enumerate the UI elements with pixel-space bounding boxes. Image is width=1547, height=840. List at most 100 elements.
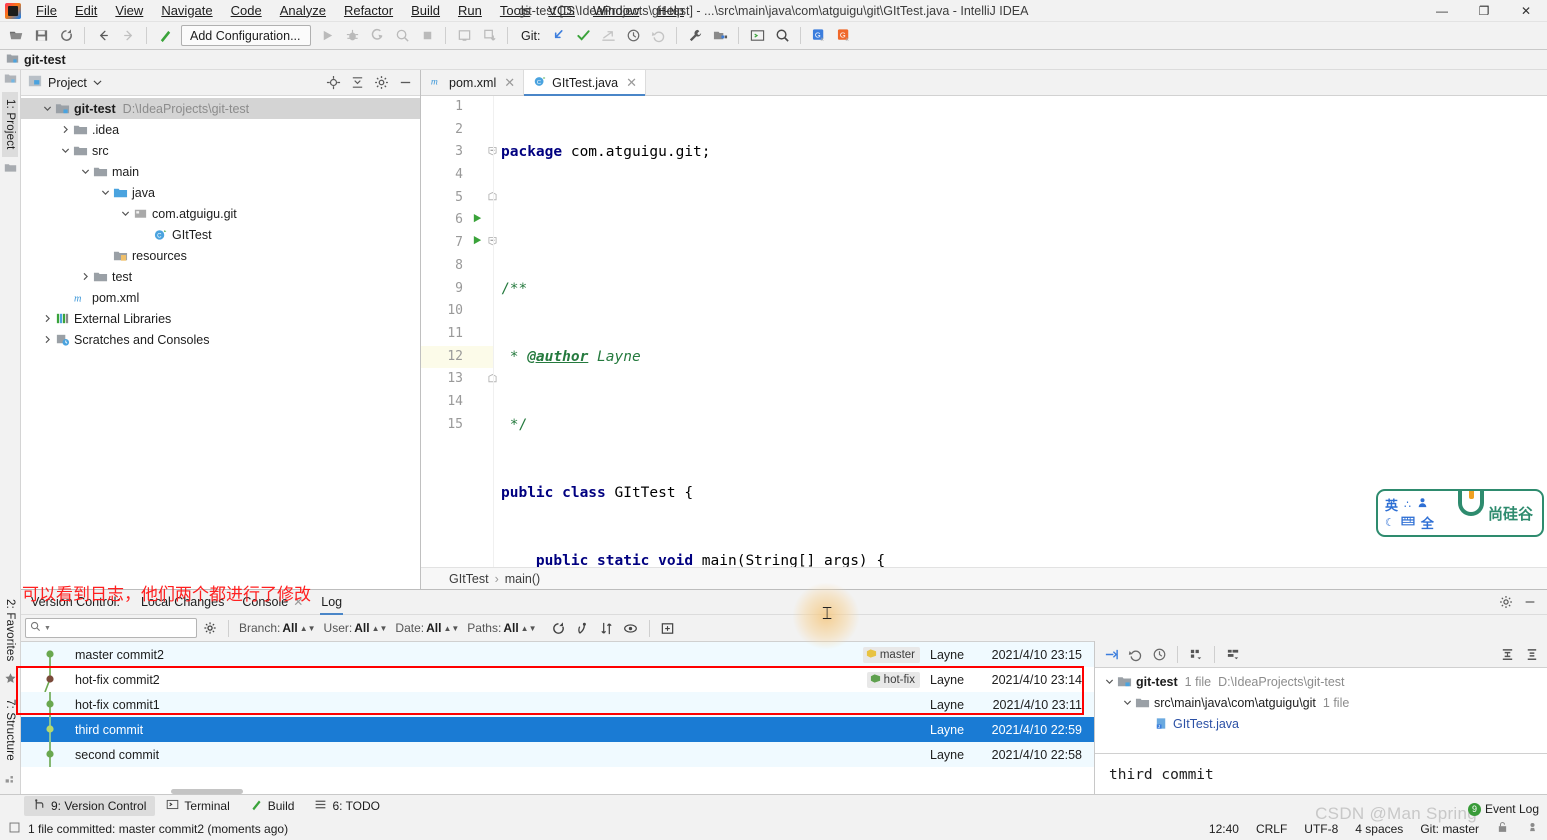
debug-icon[interactable] <box>340 25 364 47</box>
event-log-widget[interactable]: 9 Event Log <box>1467 802 1539 816</box>
tree-item-java[interactable]: java <box>21 182 420 203</box>
rail-tab-favorites[interactable]: 2: Favorites <box>2 592 18 668</box>
commit-row-partial[interactable] <box>21 767 1094 775</box>
bottom-tab-terminal[interactable]: Terminal <box>157 796 238 816</box>
chevron-right-icon[interactable] <box>41 333 54 346</box>
project-structure-icon[interactable] <box>708 25 732 47</box>
breadcrumb-class[interactable]: GItTest <box>449 572 489 586</box>
go-to-hash-icon[interactable] <box>572 618 594 638</box>
tree-item-main[interactable]: main <box>21 161 420 182</box>
caret-position[interactable]: 12:40 <box>1209 822 1239 836</box>
filter-settings-icon[interactable] <box>199 618 221 638</box>
chevron-right-icon[interactable] <box>79 270 92 283</box>
filter-branch[interactable]: Branch: All ▲▼ <box>236 621 319 635</box>
update-module-icon[interactable] <box>477 25 501 47</box>
ime-user-icon[interactable] <box>1417 497 1428 511</box>
tree-item-package[interactable]: com.atguigu.git <box>21 203 420 224</box>
menu-code[interactable]: Code <box>222 0 271 22</box>
tree-item-pom-xml[interactable]: m pom.xml <box>21 287 420 308</box>
unlock-icon[interactable] <box>1496 820 1509 837</box>
commit-row[interactable]: hot-fix commit2 hot-fix Layne 2021/4/10 … <box>21 667 1094 693</box>
commit-list[interactable]: master commit2 master Layne 2021/4/10 23… <box>21 641 1094 794</box>
search-everywhere-icon[interactable] <box>770 25 794 47</box>
open-folder-icon[interactable] <box>4 25 28 47</box>
menu-edit[interactable]: Edit <box>66 0 106 22</box>
menu-window[interactable]: Window <box>584 0 648 22</box>
sort-icon[interactable] <box>596 618 618 638</box>
horizontal-scrollbar[interactable] <box>171 789 243 794</box>
show-diff-icon[interactable] <box>1222 644 1244 664</box>
stop-icon[interactable] <box>415 25 439 47</box>
undo-icon[interactable] <box>1124 644 1146 664</box>
run-gutter-icon[interactable] <box>472 232 483 255</box>
minimize-button[interactable]: — <box>1421 0 1463 22</box>
tree-item-gittest-class[interactable]: C GItTest <box>21 224 420 245</box>
build-icon[interactable] <box>153 25 177 47</box>
bottom-tab-todo[interactable]: 6: TODO <box>305 796 389 816</box>
terminal-icon[interactable] <box>745 25 769 47</box>
translate-replace-icon[interactable]: Gx <box>832 25 856 47</box>
git-rollback-icon[interactable] <box>646 25 670 47</box>
tree-item-scratches[interactable]: Scratches and Consoles <box>21 329 420 350</box>
changed-files-tree[interactable]: git-test 1 file D:\IdeaProjects\git-test… <box>1095 667 1547 753</box>
translate-icon[interactable]: Gx <box>807 25 831 47</box>
locate-icon[interactable] <box>322 73 344 93</box>
filter-paths[interactable]: Paths: All ▲▼ <box>464 621 539 635</box>
ime-punctuation-icon[interactable]: ∴ <box>1404 498 1411 511</box>
inspector-icon[interactable] <box>1526 820 1539 837</box>
log-search-input[interactable]: ▼ <box>25 618 197 638</box>
filter-user[interactable]: User: All ▲▼ <box>321 621 391 635</box>
file-encoding[interactable]: UTF-8 <box>1304 822 1338 836</box>
back-icon[interactable] <box>91 25 115 47</box>
chevron-right-icon[interactable] <box>41 312 54 325</box>
filter-date[interactable]: Date: All ▲▼ <box>392 621 462 635</box>
git-commit-icon[interactable] <box>571 25 595 47</box>
tree-item-resources[interactable]: resources <box>21 245 420 266</box>
history-icon[interactable] <box>1148 644 1170 664</box>
vcs-tab-log[interactable]: Log <box>312 590 351 615</box>
run-gutter-icon[interactable] <box>472 209 483 232</box>
chevron-down-icon[interactable] <box>79 165 92 178</box>
menu-build[interactable]: Build <box>402 0 449 22</box>
menu-view[interactable]: View <box>106 0 152 22</box>
group-by-icon[interactable] <box>1185 644 1207 664</box>
commit-row[interactable]: hot-fix commit1 Layne 2021/4/10 23:11 <box>21 692 1094 717</box>
forward-icon[interactable] <box>116 25 140 47</box>
run-coverage-icon[interactable] <box>365 25 389 47</box>
navbar-project-name[interactable]: git-test <box>24 53 66 67</box>
settings-gear-icon[interactable] <box>1495 592 1517 612</box>
notification-icon[interactable] <box>8 821 21 837</box>
branch-chip-master[interactable]: master <box>862 646 920 663</box>
menu-file[interactable]: File <box>27 0 66 22</box>
commit-row[interactable]: second commit Layne 2021/4/10 22:58 <box>21 742 1094 767</box>
menu-help[interactable]: Help <box>648 0 693 22</box>
close-button[interactable]: ✕ <box>1505 0 1547 22</box>
editor-tab-pom-xml[interactable]: m pom.xml ✕ <box>421 70 525 95</box>
git-history-icon[interactable] <box>621 25 645 47</box>
run-icon[interactable] <box>315 25 339 47</box>
menu-tools[interactable]: Tools <box>491 0 539 22</box>
ime-moon-icon[interactable]: ☾ <box>1385 516 1395 529</box>
rail-tab-project[interactable]: 1: Project <box>2 92 18 157</box>
ime-keyboard-icon[interactable] <box>1401 515 1415 529</box>
expand-all-icon[interactable] <box>1496 644 1518 664</box>
indent-setting[interactable]: 4 spaces <box>1355 822 1403 836</box>
ime-toolbar[interactable]: 英 ∴ ☾ 全 尚硅谷 <box>1376 489 1544 537</box>
rail-tab-structure[interactable]: 7: Structure <box>2 692 18 768</box>
tree-item-external-libraries[interactable]: External Libraries <box>21 308 420 329</box>
menu-refactor[interactable]: Refactor <box>335 0 402 22</box>
expand-icon[interactable] <box>1100 644 1122 664</box>
tree-item-test[interactable]: test <box>21 266 420 287</box>
close-icon[interactable]: ✕ <box>626 75 637 91</box>
git-push-icon[interactable] <box>596 25 620 47</box>
chevron-down-icon[interactable] <box>1103 675 1116 688</box>
chevron-down-icon[interactable] <box>119 207 132 220</box>
branch-chip-hot-fix[interactable]: hot-fix <box>866 671 920 688</box>
ime-fullwidth-indicator[interactable]: 全 <box>1421 513 1434 532</box>
commit-row-selected[interactable]: third commit Layne 2021/4/10 22:59 <box>21 717 1094 742</box>
search-dropdown-icon[interactable]: ▼ <box>44 625 51 632</box>
settings-gear-icon[interactable] <box>370 73 392 93</box>
maximize-button[interactable]: ❐ <box>1463 0 1505 22</box>
open-new-tab-icon[interactable] <box>657 618 679 638</box>
chevron-down-icon[interactable] <box>99 186 112 199</box>
